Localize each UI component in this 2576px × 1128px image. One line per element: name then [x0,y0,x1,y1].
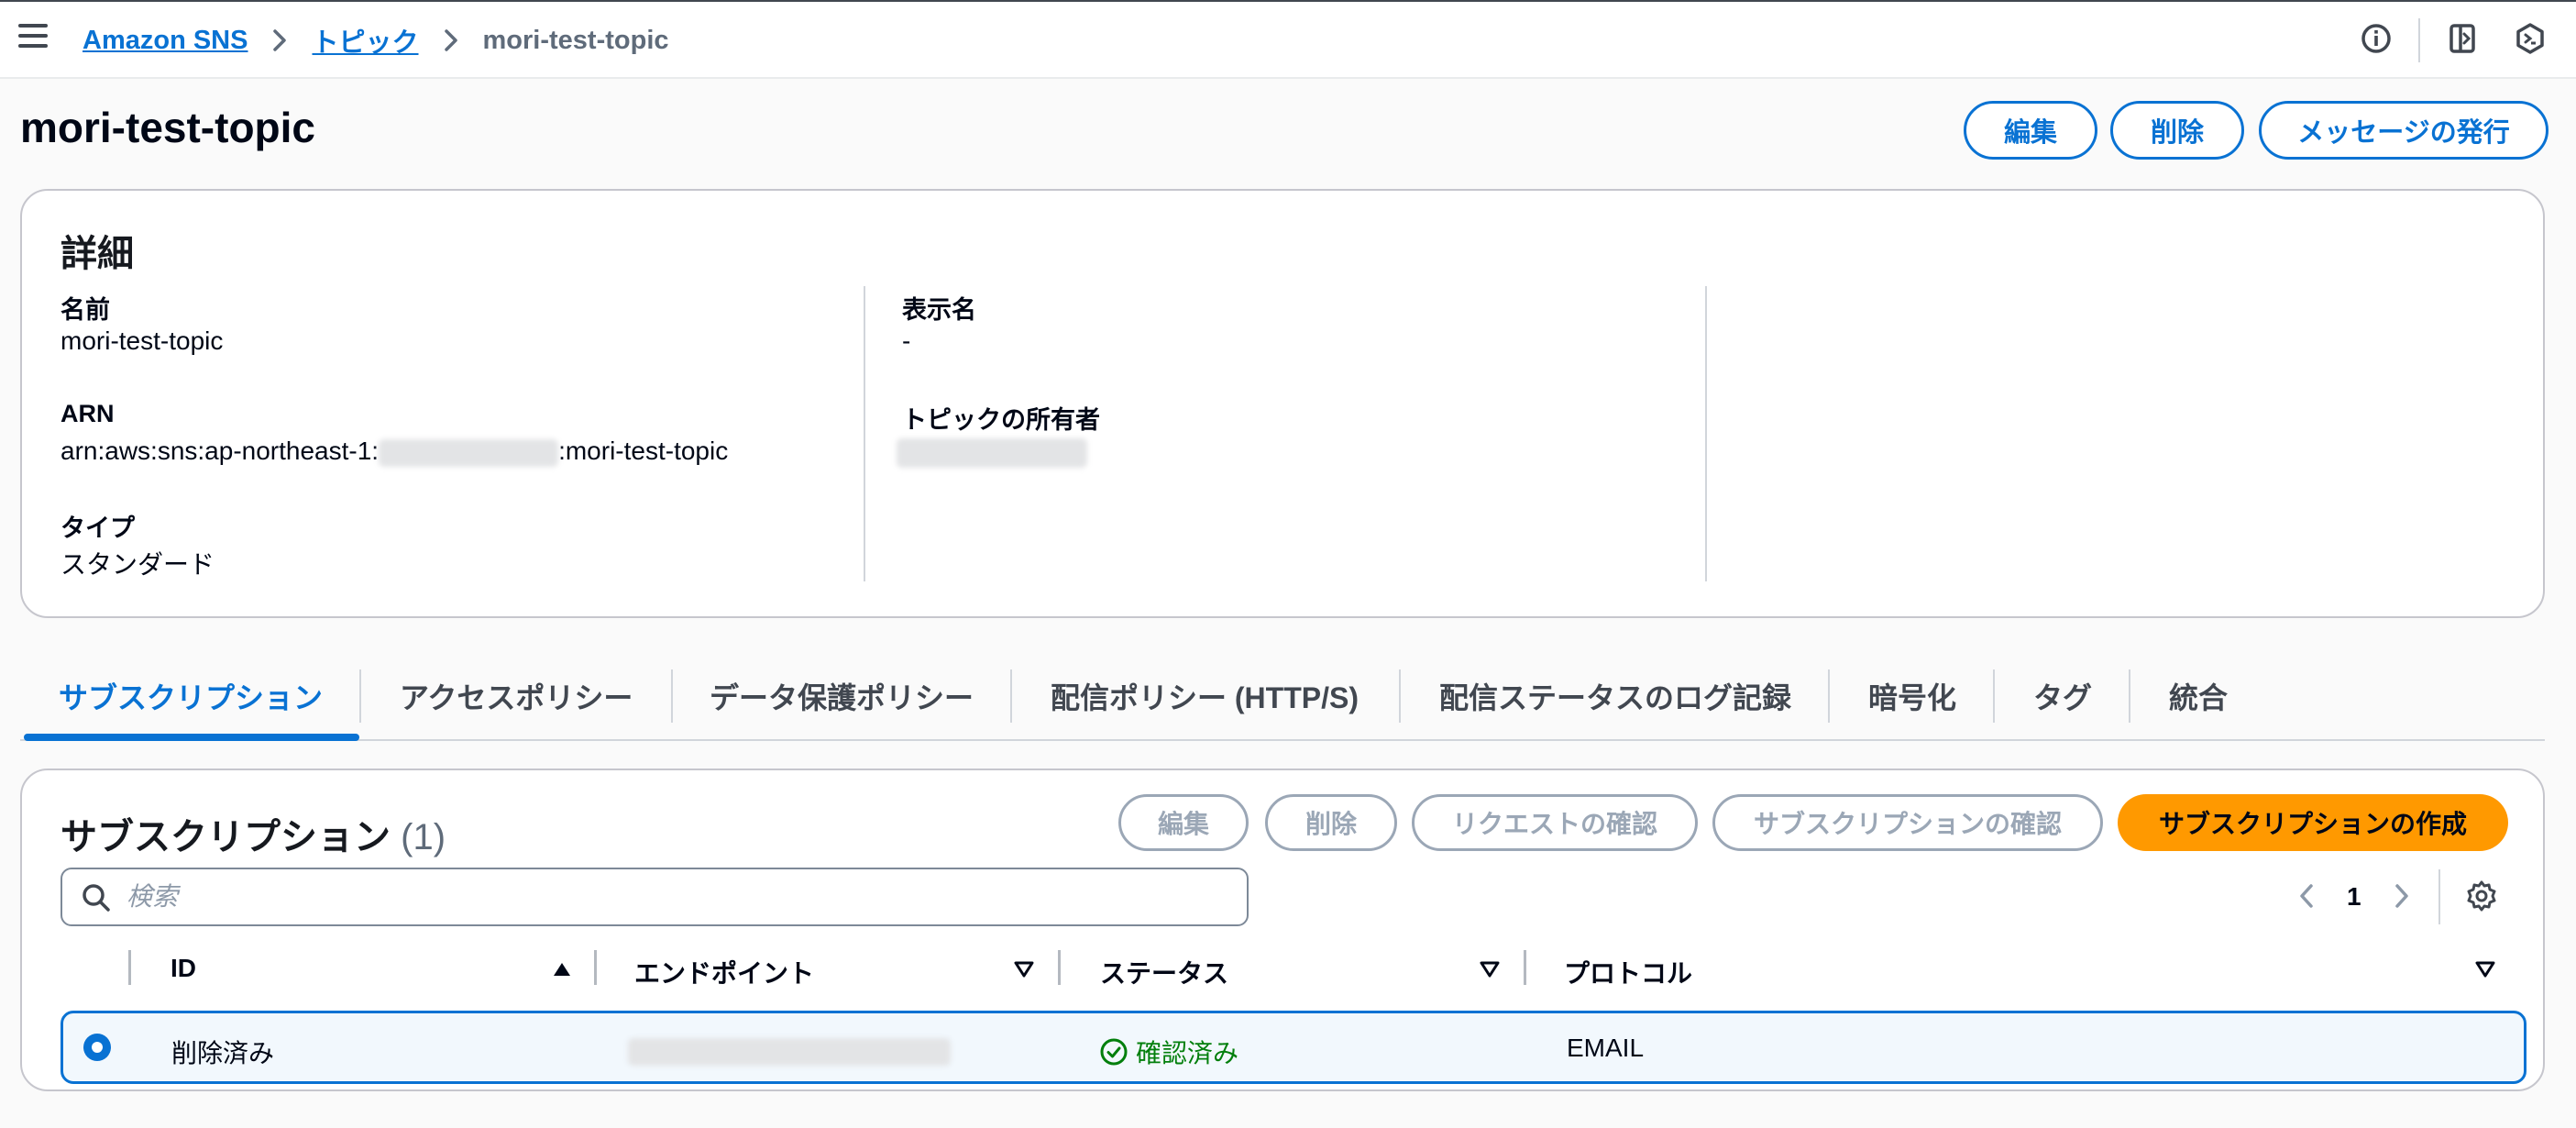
tab-separator [2129,669,2130,723]
arn-suffix: :mori-test-topic [558,437,729,465]
panel-icon[interactable] [2444,20,2481,57]
confirm-request-button[interactable]: リクエストの確認 [1412,794,1698,851]
redacted-account-id [379,438,559,467]
arn-label: ARN [61,400,115,427]
chevron-right-icon [271,28,288,53]
caret-up-icon[interactable] [552,961,572,982]
search-field[interactable] [61,868,1249,926]
topic-owner-label: トピックの所有者 [902,406,1100,434]
publish-message-button[interactable]: メッセージの発行 [2259,101,2548,160]
topic-owner-value [897,437,1087,468]
info-icon[interactable] [2358,20,2394,57]
delete-subscription-button[interactable]: 削除 [1265,794,1397,851]
delete-topic-button[interactable]: 削除 [2110,101,2244,160]
menu-icon[interactable] [18,24,48,51]
breadcrumb: Amazon SNS トピック mori-test-topic [83,22,669,59]
column-separator [594,950,597,985]
tab-separator [1399,669,1401,723]
subscriptions-card: サブスクリプション (1) 編集 削除 リクエストの確認 サブスクリプションの確… [20,769,2545,1091]
breadcrumb-current: mori-test-topic [482,25,669,55]
subscriptions-count: (1) [401,817,446,857]
tab-bar: サブスクリプション アクセスポリシー データ保護ポリシー 配信ポリシー (HTT… [20,657,2545,741]
name-label: 名前 [61,296,110,324]
type-label: タイプ [61,514,135,542]
column-header-id[interactable]: ID [171,954,196,983]
edit-subscription-button[interactable]: 編集 [1118,794,1249,851]
tab-subscriptions[interactable]: サブスクリプション [59,675,323,717]
caret-down-icon[interactable] [1480,961,1500,982]
tab-delivery-policy[interactable]: 配信ポリシー (HTTP/S) [1051,675,1359,717]
tab-separator [1010,669,1012,723]
pagination-divider [2438,869,2440,924]
row-id: 削除済み [171,1039,275,1067]
subscriptions-title-text: サブスクリプション [61,817,391,857]
subscriptions-title: サブスクリプション (1) [61,807,446,860]
row-status-text: 確認済み [1136,1039,1239,1067]
chevron-right-icon[interactable] [2391,880,2413,916]
tab-tags[interactable]: タグ [2033,675,2092,717]
arn-prefix: arn:aws:sns:ap-northeast-1: [61,437,380,465]
tab-integrations[interactable]: 統合 [2169,675,2228,717]
tab-data-protection-policy[interactable]: データ保護ポリシー [710,675,974,717]
redacted-endpoint [628,1037,951,1066]
row-protocol: EMAIL [1567,1034,1645,1062]
confirm-subscription-button[interactable]: サブスクリプションの確認 [1712,794,2103,851]
tab-delivery-status-logging[interactable]: 配信ステータスのログ記録 [1439,675,1791,717]
check-circle-icon [1099,1037,1128,1067]
row-status: 確認済み [1099,1034,1238,1070]
search-input[interactable] [127,879,1227,915]
column-divider [1705,286,1707,581]
tab-separator [1828,669,1830,723]
settings-icon[interactable] [2464,879,2499,918]
column-header-status[interactable]: ステータス [1100,954,1228,990]
chevron-left-icon[interactable] [2295,880,2317,916]
tab-separator [1993,669,1995,723]
column-separator [128,950,131,985]
page-title: mori-test-topic [20,104,315,151]
details-title: 詳細 [61,234,134,274]
caret-down-icon[interactable] [2475,961,2495,982]
chevron-right-icon [443,28,459,53]
tab-encryption[interactable]: 暗号化 [1868,675,1956,717]
cloudshell-icon[interactable] [2512,20,2548,57]
column-divider [864,286,865,581]
column-separator [1524,950,1526,985]
tab-access-policy[interactable]: アクセスポリシー [400,675,633,717]
tab-separator [671,669,673,723]
display-name-label: 表示名 [902,296,976,324]
breadcrumb-topics[interactable]: トピック [312,21,418,60]
row-endpoint [628,1035,951,1066]
current-page-number[interactable]: 1 [2347,882,2361,912]
active-tab-indicator [24,734,359,741]
name-value: mori-test-topic [61,326,224,355]
table-row[interactable]: 削除済み 確認済み EMAIL [61,1011,2526,1084]
row-radio-button[interactable] [82,1032,113,1067]
redacted-owner-id [897,437,1087,468]
caret-down-icon[interactable] [1014,961,1034,982]
column-header-endpoint[interactable]: エンドポイント [634,954,814,990]
toolbar-divider [2418,18,2420,62]
display-name-value: - [902,326,911,355]
arn-value: arn:aws:sns:ap-northeast-1: :mori-test-to… [61,437,728,467]
column-separator [1058,950,1061,985]
top-navigation-bar: Amazon SNS トピック mori-test-topic [0,0,2576,79]
breadcrumb-amazon-sns[interactable]: Amazon SNS [83,26,248,56]
details-card: 詳細 名前 mori-test-topic ARN arn:aws:sns:ap… [20,189,2545,618]
edit-topic-button[interactable]: 編集 [1964,101,2097,160]
search-icon [81,882,112,918]
type-value: スタンダード [61,550,215,579]
tab-separator [359,669,361,723]
create-subscription-button[interactable]: サブスクリプションの作成 [2118,794,2508,851]
column-header-protocol[interactable]: プロトコル [1564,954,1692,990]
